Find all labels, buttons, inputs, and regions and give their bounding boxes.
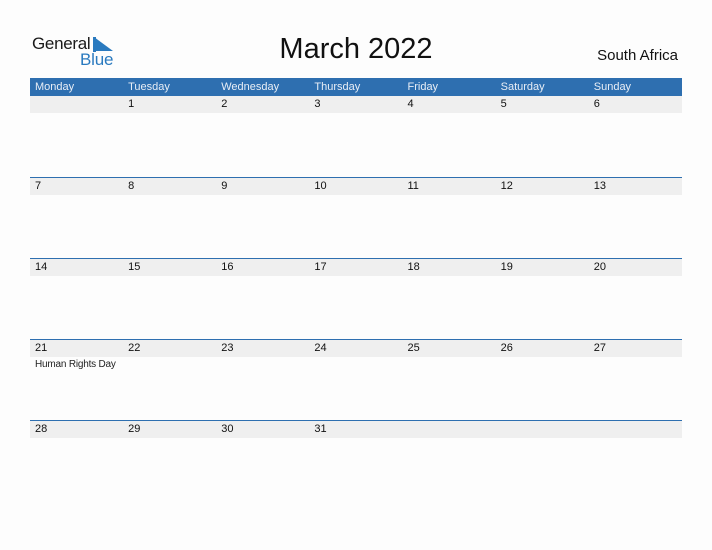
day-number: 27 — [593, 342, 606, 354]
day-number: 28 — [35, 423, 48, 435]
day-number: 4 — [407, 98, 414, 110]
day-number: 12 — [500, 180, 513, 192]
holiday-label — [123, 438, 216, 440]
holiday-label — [309, 357, 402, 370]
day-number: 19 — [500, 261, 513, 273]
day-number: 29 — [128, 423, 141, 435]
holiday-label — [309, 195, 402, 197]
weekday-sunday: Sunday — [593, 81, 632, 93]
weekday-wednesday: Wednesday — [221, 81, 280, 93]
week-row: 1 2 3 4 5 6 — [30, 96, 682, 177]
event-row — [30, 195, 682, 197]
holiday-label — [216, 357, 309, 370]
day-number: 7 — [35, 180, 42, 192]
holiday-label — [216, 276, 309, 278]
holiday-label — [30, 276, 123, 278]
week-row: 28 29 30 31 — [30, 420, 682, 501]
day-number: 20 — [593, 261, 606, 273]
day-number: 31 — [314, 423, 327, 435]
holiday-label — [403, 195, 496, 197]
event-row — [30, 276, 682, 278]
day-number: 11 — [407, 180, 419, 192]
weekday-thursday: Thursday — [314, 81, 361, 93]
week-row: 14 15 16 17 18 19 20 — [30, 258, 682, 339]
holiday-label — [403, 276, 496, 278]
day-number: 17 — [314, 261, 327, 273]
day-number — [496, 421, 589, 438]
calendar-grid: Monday Tuesday Wednesday Thursday Friday… — [30, 78, 682, 501]
day-number: 25 — [407, 342, 420, 354]
day-number: 18 — [407, 261, 420, 273]
holiday-label — [309, 113, 402, 115]
holiday-label — [123, 113, 216, 115]
holiday-label — [30, 438, 123, 440]
holiday-label — [309, 276, 402, 278]
holiday-label — [496, 357, 589, 370]
weekday-tuesday: Tuesday — [128, 81, 170, 93]
day-number — [30, 96, 123, 113]
day-number: 22 — [128, 342, 141, 354]
holiday-label — [403, 438, 496, 440]
country-label: South Africa — [597, 47, 678, 64]
weekday-saturday: Saturday — [500, 81, 545, 93]
day-number-row: 21 22 23 24 25 26 27 — [30, 340, 682, 357]
day-number: 8 — [128, 180, 135, 192]
holiday-label — [589, 113, 682, 115]
day-number: 6 — [593, 98, 600, 110]
holiday-label — [216, 438, 309, 440]
day-number: 24 — [314, 342, 327, 354]
weekday-header: Monday Tuesday Wednesday Thursday Friday… — [30, 78, 682, 96]
holiday-label — [589, 438, 682, 440]
holiday-label — [216, 113, 309, 115]
day-number: 15 — [128, 261, 141, 273]
day-number: 9 — [221, 180, 228, 192]
day-number — [403, 421, 496, 438]
day-number: 3 — [314, 98, 321, 110]
day-number: 2 — [221, 98, 228, 110]
day-number: 13 — [593, 180, 606, 192]
holiday-label — [589, 276, 682, 278]
day-number: 10 — [314, 180, 327, 192]
day-number: 21 — [35, 342, 48, 354]
day-number: 30 — [221, 423, 234, 435]
day-number: 5 — [500, 98, 507, 110]
holiday-label — [496, 276, 589, 278]
holiday-label — [496, 438, 589, 440]
day-number-row: 28 29 30 31 — [30, 421, 682, 438]
day-number: 14 — [35, 261, 48, 273]
day-number: 23 — [221, 342, 234, 354]
day-number — [589, 421, 682, 438]
holiday-label — [403, 113, 496, 115]
holiday-label — [589, 357, 682, 370]
day-number: 16 — [221, 261, 234, 273]
holiday-label — [123, 276, 216, 278]
event-row — [30, 438, 682, 440]
day-number: 26 — [500, 342, 513, 354]
week-row: 7 8 9 10 11 12 13 — [30, 177, 682, 258]
holiday-label — [496, 195, 589, 197]
event-row: Human Rights Day — [30, 357, 682, 370]
holiday-label — [496, 113, 589, 115]
day-number: 1 — [128, 98, 135, 110]
holiday-label — [30, 195, 123, 197]
weekday-monday: Monday — [35, 81, 75, 93]
day-number-row: 7 8 9 10 11 12 13 — [30, 178, 682, 195]
week-row: 21 22 23 24 25 26 27 Human Rights Day — [30, 339, 682, 420]
holiday-label — [216, 195, 309, 197]
holiday-label — [589, 195, 682, 197]
holiday-label: Human Rights Day — [35, 359, 116, 370]
holiday-label — [30, 113, 123, 115]
day-number-row: 14 15 16 17 18 19 20 — [30, 259, 682, 276]
holiday-label — [123, 195, 216, 197]
holiday-label — [123, 357, 216, 370]
holiday-label — [403, 357, 496, 370]
day-number-row: 1 2 3 4 5 6 — [30, 96, 682, 113]
holiday-label — [309, 438, 402, 440]
event-row — [30, 113, 682, 115]
weekday-friday: Friday — [407, 81, 439, 93]
